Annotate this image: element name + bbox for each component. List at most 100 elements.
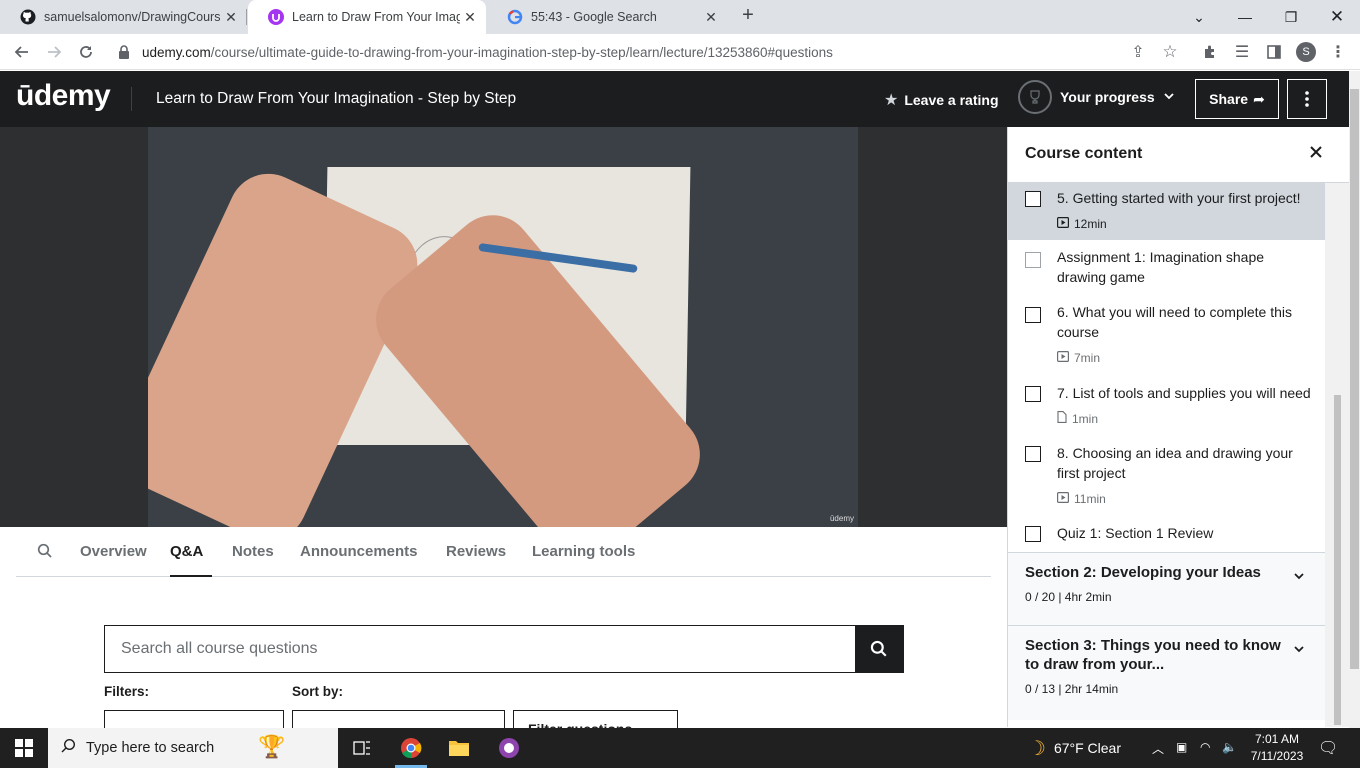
reading-list-icon[interactable]: ☰ [1232, 42, 1252, 62]
sort-label: Sort by: [292, 684, 344, 699]
lecture-checkbox[interactable] [1025, 526, 1041, 542]
lecture-title: 7. List of tools and supplies you will n… [1057, 385, 1311, 401]
clock-time: 7:01 AM [1254, 732, 1300, 746]
course-header: ūdemy Learn to Draw From Your Imaginatio… [0, 71, 1360, 127]
lecture-tabs: Overview Q&A Notes Announcements Reviews… [16, 527, 991, 577]
task-view-icon[interactable] [338, 728, 386, 768]
bookmark-star-icon[interactable]: ☆ [1160, 42, 1180, 62]
browser-toolbar: udemy.com/course/ultimate-guide-to-drawi… [0, 34, 1360, 70]
moon-icon: ☽ [1028, 737, 1046, 760]
lecture-checkbox[interactable] [1025, 446, 1041, 462]
taskbar-clock[interactable]: 7:01 AM 7/11/2023 [1242, 731, 1312, 765]
tab-learning-tools[interactable]: Learning tools [532, 543, 635, 577]
tab-qa[interactable]: Q&A [170, 543, 212, 577]
section-header[interactable]: Section 3: Things you need to know to dr… [1008, 625, 1325, 720]
section-header[interactable]: Section 2: Developing your Ideas 0 / 20 … [1008, 552, 1325, 625]
lecture-checkbox[interactable] [1025, 252, 1041, 268]
lecture-checkbox[interactable] [1025, 386, 1041, 402]
search-icon[interactable] [37, 543, 53, 564]
star-icon: ★ [884, 92, 899, 109]
chrome-taskbar-icon[interactable] [387, 728, 435, 768]
lecture-checkbox[interactable] [1025, 191, 1041, 207]
wifi-icon[interactable]: ◠ [1200, 740, 1210, 754]
browser-tab-google[interactable]: 55:43 - Google Search ✕ [487, 0, 727, 34]
close-sidebar-icon[interactable] [1308, 144, 1324, 165]
sidebar-title: Course content [1025, 145, 1143, 162]
filters-label: Filters: [104, 684, 150, 699]
more-options-icon[interactable] [1287, 79, 1327, 119]
address-bar[interactable]: udemy.com/course/ultimate-guide-to-drawi… [108, 37, 1188, 67]
volume-icon[interactable]: 🔈 [1222, 740, 1237, 754]
lecture-title: 6. What you will need to complete this c… [1057, 304, 1293, 340]
file-icon [1057, 409, 1067, 429]
browser-tab-github[interactable]: samuelsalomonv/DrawingCourse ✕ [0, 0, 247, 34]
url-path: /course/ultimate-guide-to-drawing-from-y… [210, 44, 833, 60]
qa-search-input[interactable] [105, 626, 855, 672]
progress-button[interactable]: Your progress [1018, 80, 1175, 114]
search-highlight-icon: 🏆 [258, 734, 286, 759]
chevron-down-icon [1293, 569, 1305, 587]
video-player-area[interactable]: ūdemy [0, 127, 1007, 527]
tab-title: Learn to Draw From Your Imagina [292, 10, 460, 24]
search-icon [870, 640, 887, 657]
lecture-item[interactable]: 6. What you will need to complete this c… [1008, 302, 1325, 367]
lecture-checkbox[interactable] [1025, 307, 1041, 323]
qa-search-button[interactable] [855, 626, 903, 672]
meet-now-icon[interactable]: ▣ [1176, 740, 1187, 754]
page-scrollbar[interactable] [1349, 71, 1360, 728]
lecture-item[interactable]: 7. List of tools and supplies you will n… [1008, 383, 1325, 428]
trophy-icon [1018, 80, 1052, 114]
profile-avatar[interactable]: S [1296, 42, 1316, 62]
restore-button[interactable]: ❐ [1268, 0, 1314, 34]
side-panel-icon[interactable] [1264, 42, 1284, 62]
tray-chevron-icon[interactable]: ︿ [1152, 740, 1164, 757]
extensions-icon[interactable] [1200, 42, 1220, 62]
new-tab-button[interactable]: + [737, 5, 759, 27]
lecture-duration: 1min [1072, 412, 1099, 426]
windows-start-icon[interactable] [0, 728, 48, 768]
chevron-down-icon [1293, 642, 1305, 660]
sidebar-scrollbar[interactable] [1325, 183, 1349, 727]
lecture-duration: 12min [1074, 217, 1107, 231]
share-page-icon[interactable]: ⇪ [1128, 42, 1148, 62]
tab-title: samuelsalomonv/DrawingCourse [44, 10, 221, 24]
close-icon[interactable]: ✕ [460, 9, 480, 26]
lecture-item[interactable]: Quiz 1: Section 1 Review [1008, 523, 1325, 553]
qa-search-bar [104, 625, 904, 673]
window-close-button[interactable]: ✕ [1314, 0, 1360, 34]
taskbar-search[interactable]: Type here to search 🏆 [48, 728, 338, 768]
windows-taskbar: Type here to search 🏆 ☽ 67°F Clear ︿ ▣ ◠… [0, 728, 1360, 768]
tab-reviews[interactable]: Reviews [446, 543, 506, 577]
reload-icon[interactable] [74, 40, 98, 64]
lecture-item[interactable]: 5. Getting started with your first proje… [1008, 183, 1325, 240]
notifications-icon[interactable]: 🗨 [1318, 738, 1338, 758]
lecture-title: Assignment 1: Imagination shape drawing … [1057, 249, 1265, 285]
minimize-button[interactable]: — [1222, 0, 1268, 34]
video-watermark: ūdemy [829, 514, 854, 523]
tab-notes[interactable]: Notes [232, 543, 274, 577]
weather-widget[interactable]: ☽ 67°F Clear [1028, 728, 1121, 768]
video-player[interactable]: ūdemy [148, 127, 858, 527]
section-title: Section 3: Things you need to know to dr… [1025, 637, 1281, 673]
tab-announcements[interactable]: Announcements [300, 543, 418, 577]
tab-overview[interactable]: Overview [80, 543, 147, 577]
video-icon [1057, 348, 1070, 368]
forward-icon[interactable] [42, 40, 66, 64]
github-desktop-icon[interactable] [485, 728, 533, 768]
lecture-item[interactable]: Assignment 1: Imagination shape drawing … [1008, 247, 1325, 299]
google-icon [507, 9, 523, 25]
tab-search-icon[interactable]: ⌄ [1176, 0, 1222, 34]
share-button[interactable]: Share ➦ [1195, 79, 1279, 119]
course-title[interactable]: Learn to Draw From Your Imagination - St… [156, 90, 516, 108]
video-icon [1057, 489, 1070, 509]
close-icon[interactable]: ✕ [221, 9, 241, 26]
close-icon[interactable]: ✕ [701, 9, 721, 26]
leave-rating-button[interactable]: ★ Leave a rating [884, 90, 999, 110]
lecture-item[interactable]: 8. Choosing an idea and drawing your fir… [1008, 443, 1325, 508]
browser-tab-udemy[interactable]: Learn to Draw From Your Imagina ✕ [248, 0, 486, 34]
browser-menu-icon[interactable]: ⋮ [1328, 42, 1348, 62]
file-explorer-icon[interactable] [435, 728, 483, 768]
back-icon[interactable] [10, 40, 34, 64]
udemy-logo[interactable]: ūdemy [16, 79, 111, 113]
section-summary: 0 / 20 | 4hr 2min [1025, 590, 1112, 604]
